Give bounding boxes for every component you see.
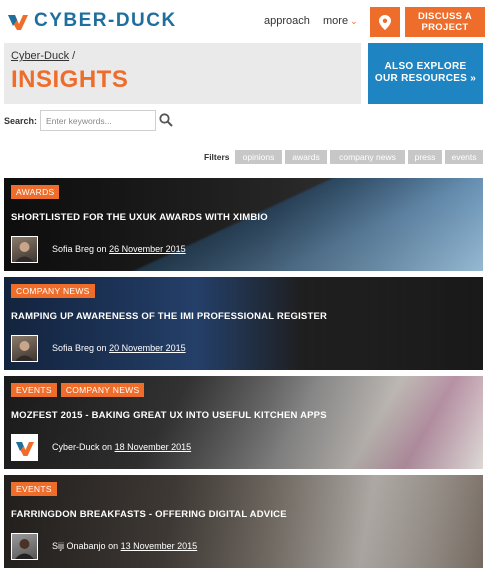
breadcrumb-separator: /	[72, 50, 76, 62]
avatar	[11, 533, 38, 560]
filters-label: Filters	[204, 152, 230, 162]
person-avatar-icon	[15, 242, 34, 262]
explore-resources-button[interactable]: ALSO EXPLORE OUR RESOURCES »	[368, 43, 483, 104]
post-title[interactable]: FARRINGDON BREAKFASTS - OFFERING DIGITAL…	[11, 509, 287, 520]
avatar	[11, 335, 38, 362]
search-icon[interactable]	[159, 113, 173, 127]
discuss-line-2: PROJECT	[421, 22, 469, 33]
site-header: CYBER-DUCK approach more ⌄ DISCUSS A PROJ…	[0, 0, 489, 42]
discuss-project-button[interactable]: DISCUSS A PROJECT	[405, 7, 485, 37]
post-title[interactable]: SHORTLISTED FOR THE UXUK AWARDS WITH XIM…	[11, 212, 268, 223]
post-byline: Sofia Breg on 20 November 2015	[52, 343, 186, 353]
post-image-overlay	[4, 475, 483, 568]
post-date[interactable]: 18 November 2015	[115, 442, 192, 452]
duck-logo-icon	[16, 442, 34, 456]
post-date[interactable]: 13 November 2015	[121, 541, 198, 551]
post-card[interactable]: EVENTS COMPANY NEWS MOZFEST 2015 - BAKIN…	[4, 376, 483, 469]
post-badges: AWARDS	[11, 185, 60, 199]
avatar	[11, 236, 38, 263]
page-header: Cyber-Duck / INSIGHTS	[4, 43, 361, 104]
explore-line-2: OUR RESOURCES »	[374, 73, 477, 84]
map-pin-icon	[379, 14, 391, 30]
search-input[interactable]	[40, 110, 156, 131]
page-title: INSIGHTS	[11, 66, 129, 93]
person-avatar-icon	[15, 539, 34, 559]
post-author: Sofia Breg	[52, 244, 95, 254]
post-title[interactable]: MOZFEST 2015 - BAKING GREAT UX INTO USEF…	[11, 410, 327, 421]
post-on: on	[108, 541, 119, 551]
filter-tag-company-news[interactable]: company news	[330, 150, 405, 164]
post-author: Cyber-Duck	[52, 442, 100, 452]
post-byline: Cyber-Duck on 18 November 2015	[52, 442, 191, 452]
avatar	[11, 434, 38, 461]
post-badges: EVENTS	[11, 482, 57, 496]
search-label: Search:	[4, 116, 38, 126]
post-author: Siji Onabanjo	[52, 541, 106, 551]
category-badge[interactable]: AWARDS	[11, 185, 60, 199]
nav-more[interactable]: more ⌄	[323, 15, 358, 27]
explore-line-1: ALSO EXPLORE	[384, 61, 467, 72]
filter-tag-press[interactable]: press	[408, 150, 442, 164]
post-card[interactable]: EVENTS FARRINGDON BREAKFASTS - OFFERING …	[4, 475, 483, 568]
filter-tag-awards[interactable]: awards	[285, 150, 327, 164]
post-image-overlay	[4, 178, 483, 271]
nav-approach[interactable]: approach	[264, 15, 310, 27]
filter-tag-opinions[interactable]: opinions	[235, 150, 282, 164]
post-title[interactable]: RAMPING UP AWARENESS OF THE IMI PROFESSI…	[11, 311, 327, 322]
post-date[interactable]: 20 November 2015	[109, 343, 186, 353]
post-byline: Sofia Breg on 26 November 2015	[52, 244, 186, 254]
nav-more-label: more	[323, 15, 349, 27]
location-button[interactable]	[370, 7, 400, 37]
category-badge[interactable]: EVENTS	[11, 383, 57, 397]
post-on: on	[96, 244, 107, 254]
filter-tag-events[interactable]: events	[445, 150, 483, 164]
post-on: on	[96, 343, 107, 353]
post-byline: Siji Onabanjo on 13 November 2015	[52, 541, 197, 551]
breadcrumb: Cyber-Duck /	[11, 50, 75, 62]
post-badges: COMPANY NEWS	[11, 284, 95, 298]
breadcrumb-home-link[interactable]: Cyber-Duck	[11, 50, 69, 62]
post-author: Sofia Breg	[52, 343, 95, 353]
person-avatar-icon	[15, 341, 34, 361]
logo[interactable]: CYBER-DUCK	[6, 10, 177, 32]
chevron-down-icon: ⌄	[350, 16, 358, 26]
post-card[interactable]: COMPANY NEWS RAMPING UP AWARENESS OF THE…	[4, 277, 483, 370]
category-badge[interactable]: COMPANY NEWS	[11, 284, 95, 298]
filters-bar: Filters opinions awards company news pre…	[0, 150, 489, 165]
post-date[interactable]: 26 November 2015	[109, 244, 186, 254]
discuss-line-1: DISCUSS A	[417, 11, 473, 22]
post-on: on	[102, 442, 113, 452]
duck-logo-icon	[8, 15, 28, 30]
category-badge[interactable]: EVENTS	[11, 482, 57, 496]
post-badges: EVENTS COMPANY NEWS	[11, 383, 145, 397]
category-badge[interactable]: COMPANY NEWS	[60, 383, 145, 397]
post-card[interactable]: AWARDS SHORTLISTED FOR THE UXUK AWARDS W…	[4, 178, 483, 271]
logo-text: CYBER-DUCK	[34, 10, 177, 31]
